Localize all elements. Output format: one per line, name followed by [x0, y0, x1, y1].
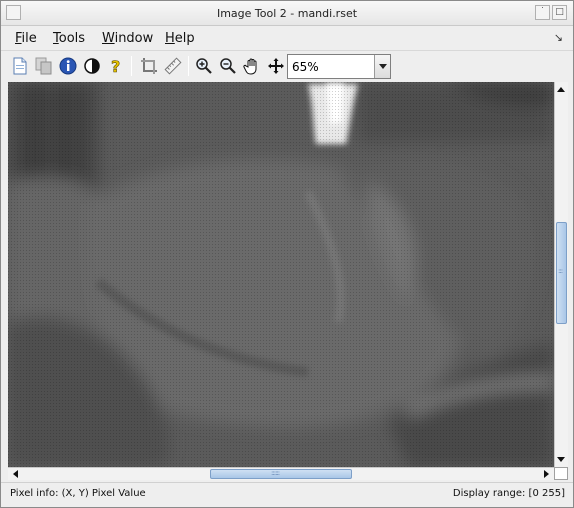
menubar-restore-icon[interactable]: ↘ — [554, 31, 563, 44]
contrast-icon[interactable] — [81, 55, 103, 77]
menu-window[interactable]: Window — [102, 31, 153, 46]
zoom-dropdown-arrow-icon[interactable] — [374, 55, 390, 78]
pixel-info-label: Pixel info: (X, Y) Pixel Value — [10, 488, 146, 499]
copy-icon[interactable] — [33, 55, 55, 77]
scroll-up-arrow-icon[interactable] — [555, 83, 567, 95]
menu-help[interactable]: Help — [165, 31, 195, 46]
image-tool-window: Image Tool 2 - mandi.rset ˙ □ File Tools… — [0, 0, 574, 508]
zoom-value: 65% — [292, 60, 319, 74]
crop-icon[interactable] — [138, 55, 160, 77]
new-document-icon[interactable] — [9, 55, 31, 77]
vertical-scroll-thumb[interactable]: ::: — [556, 222, 567, 324]
toolbar: ? 65% — [1, 50, 573, 81]
menu-bar: File Tools Window Help ↘ — [1, 27, 573, 49]
display-range-label: Display range: [0 255] — [452, 488, 565, 499]
pan-hand-icon[interactable] — [241, 55, 263, 77]
window-title: Image Tool 2 - mandi.rset — [216, 7, 358, 20]
scroll-right-arrow-icon[interactable] — [540, 468, 552, 480]
menu-window-mnemonic: W — [102, 31, 115, 46]
status-bar: Pixel info: (X, Y) Pixel Value Display r… — [1, 482, 573, 507]
menu-file-label: ile — [21, 31, 37, 46]
maximize-button[interactable]: □ — [552, 5, 567, 20]
info-icon[interactable] — [57, 55, 79, 77]
horizontal-scrollbar[interactable]: :::::: — [8, 467, 554, 480]
scroll-corner — [554, 467, 568, 480]
move-icon[interactable] — [265, 55, 287, 77]
grayscale-image — [8, 82, 554, 467]
scroll-down-arrow-icon[interactable] — [555, 453, 567, 465]
menu-help-label: elp — [174, 31, 195, 46]
zoom-in-icon[interactable] — [193, 55, 215, 77]
scroll-left-arrow-icon[interactable] — [9, 468, 21, 480]
horizontal-scroll-thumb[interactable]: :::::: — [210, 469, 352, 479]
title-bar: Image Tool 2 - mandi.rset ˙ □ — [1, 1, 573, 26]
toolbar-separator — [188, 56, 189, 76]
zoom-out-icon[interactable] — [217, 55, 239, 77]
zoom-select[interactable]: 65% — [287, 54, 391, 79]
toolbar-separator — [131, 56, 132, 76]
help-icon[interactable]: ? — [105, 55, 127, 77]
menu-file[interactable]: File — [15, 31, 37, 46]
menu-tools[interactable]: Tools — [53, 31, 85, 46]
menu-tools-label: ools — [58, 31, 86, 46]
svg-text:?: ? — [111, 57, 120, 75]
image-canvas[interactable] — [8, 82, 554, 467]
vertical-scrollbar[interactable]: ::: — [554, 82, 568, 467]
menu-window-label: indow — [114, 31, 154, 46]
ruler-icon[interactable] — [162, 55, 184, 77]
minimize-button[interactable]: ˙ — [535, 5, 550, 20]
menu-help-mnemonic: H — [165, 31, 175, 46]
